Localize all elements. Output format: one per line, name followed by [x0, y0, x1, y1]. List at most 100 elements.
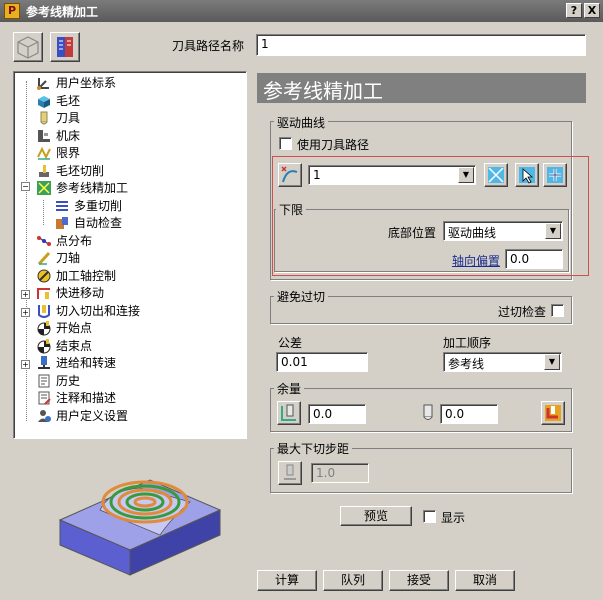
chevron-down-icon[interactable]: ▼: [458, 167, 474, 183]
tree-item-label: 切入切出和连接: [56, 304, 141, 318]
tree-item-label: 刀轴: [56, 251, 81, 265]
axial-offset-link[interactable]: 轴向偏置: [452, 252, 500, 269]
tree-item-multiple-cuts[interactable]: 多重切削: [54, 197, 122, 214]
tree-item-end-point[interactable]: 结束点: [36, 337, 92, 354]
tree-item-machine[interactable]: 机床: [36, 127, 80, 144]
component-thickness-button[interactable]: [541, 401, 565, 425]
max-stepdown-field[interactable]: 1.0: [311, 463, 369, 483]
calculate-button[interactable]: 计算: [257, 570, 317, 591]
title-bar: P 参考线精加工 ? X: [0, 0, 603, 22]
bottom-position-value: 驱动曲线: [448, 226, 497, 240]
tool-axis-icon: [37, 251, 51, 265]
point-distribution-icon: [37, 235, 51, 246]
drive-curve-group-label: 驱动曲线: [274, 114, 329, 131]
pattern-finish-icon: [37, 180, 51, 195]
accept-button[interactable]: 接受: [389, 570, 449, 591]
axial-offset-field[interactable]: 0.0: [505, 249, 563, 269]
feeds-speeds-icon: [38, 355, 50, 369]
tree-item-label: 历史: [56, 374, 81, 388]
cut-order-combo[interactable]: 参考线 ▼: [443, 352, 562, 372]
queue-button[interactable]: 队列: [323, 570, 383, 591]
tree-item-label: 结束点: [56, 339, 93, 353]
tree-item-limits[interactable]: 限界: [36, 144, 80, 161]
tree-item-ucs[interactable]: 用户坐标系: [36, 74, 116, 91]
tree-item-history[interactable]: 历史: [36, 372, 80, 389]
history-icon: [38, 374, 50, 387]
tree-item-label: 注释和描述: [56, 391, 117, 405]
tree-item-block[interactable]: 毛坯: [36, 92, 80, 109]
pattern-select-button[interactable]: [278, 163, 302, 187]
tree-item-auto-check[interactable]: 自动检查: [54, 214, 122, 231]
lower-limit-group-label: 下限: [276, 201, 307, 218]
chevron-down-icon[interactable]: ▼: [545, 223, 561, 239]
pattern-pick-icon: [281, 166, 298, 183]
tree-item-notes[interactable]: 注释和描述: [36, 389, 116, 406]
cancel-button[interactable]: 取消: [455, 570, 515, 591]
stock-cut-icon: [39, 164, 49, 177]
expand-toggle[interactable]: +: [21, 308, 30, 317]
pattern-combo[interactable]: 1 ▼: [308, 165, 476, 185]
preview-button[interactable]: 预览: [340, 506, 412, 526]
plus-icon: [547, 167, 563, 183]
strategy-title: 参考线精加工: [257, 73, 586, 103]
max-stepdown-group-label: 最大下切步距: [274, 440, 353, 457]
tree-item-tool[interactable]: 刀具: [36, 109, 80, 126]
tree-item-point-distribution[interactable]: 点分布: [36, 232, 92, 249]
window-title: 参考线精加工: [26, 5, 99, 19]
pattern-edit-button[interactable]: [484, 163, 508, 187]
axis-control-icon: [37, 269, 51, 282]
radial-allowance-button[interactable]: [277, 401, 301, 425]
tree-item-label: 机床: [56, 129, 81, 143]
tree-item-label: 刀具: [56, 111, 81, 125]
tree-item-label: 用户定义设置: [56, 409, 129, 423]
tree-item-start-point[interactable]: 开始点: [36, 319, 92, 336]
strategy-tree: − + + + 用户坐标系 毛坯 刀具 机床 限界 毛坯切削 参考线精加工 多重…: [13, 71, 247, 439]
use-toolpath-label: 使用刀具路径: [297, 138, 370, 152]
show-checkbox[interactable]: [423, 510, 436, 523]
tree-item-label: 进给和转速: [56, 356, 117, 370]
end-point-icon: [37, 338, 51, 353]
block-icon: [38, 95, 50, 108]
tree-item-label: 毛坯: [56, 94, 81, 108]
tree-item-stock-cut[interactable]: 毛坯切削: [36, 162, 104, 179]
toolpath-copy-button[interactable]: [50, 32, 80, 62]
expand-toggle[interactable]: +: [21, 290, 30, 299]
app-icon: P: [4, 3, 20, 19]
close-button[interactable]: X: [584, 3, 600, 18]
axial-allowance-field[interactable]: 0.0: [440, 404, 498, 424]
gouge-check-checkbox[interactable]: [551, 304, 564, 317]
tree-item-rapid-move[interactable]: 快进移动: [36, 284, 104, 301]
use-toolpath-checkbox[interactable]: [279, 137, 292, 150]
max-stepdown-button[interactable]: [278, 461, 302, 485]
tree-item-leads-links[interactable]: 切入切出和连接: [36, 302, 140, 319]
tree-item-label: 毛坯切削: [56, 164, 105, 178]
bottom-position-combo[interactable]: 驱动曲线 ▼: [443, 221, 563, 241]
gouge-group-label: 避免过切: [274, 288, 329, 305]
tree-item-label: 开始点: [56, 321, 93, 335]
leads-links-icon: [38, 304, 50, 318]
chevron-down-icon[interactable]: ▼: [544, 354, 560, 370]
tree-item-axis-control[interactable]: 加工轴控制: [36, 267, 116, 284]
pattern-new-button[interactable]: [543, 163, 567, 187]
cursor-icon: [519, 167, 535, 184]
multiple-cuts-icon: [56, 200, 68, 211]
cube-outline-icon: [17, 36, 39, 59]
ucs-icon: [37, 77, 49, 90]
collapse-toggle[interactable]: −: [21, 182, 30, 191]
expand-toggle[interactable]: +: [21, 360, 30, 369]
pattern-select-pointer-button[interactable]: [515, 163, 539, 187]
help-button[interactable]: ?: [566, 3, 582, 18]
radial-thickness-icon: [281, 404, 296, 421]
tolerance-field[interactable]: 0.01: [276, 352, 368, 372]
radial-allowance-field[interactable]: 0.0: [308, 404, 366, 424]
tree-item-user-settings[interactable]: 用户定义设置: [36, 407, 128, 424]
tree-item-pattern-finish[interactable]: 参考线精加工: [36, 179, 128, 196]
toolpath-name-field[interactable]: 1: [256, 34, 586, 56]
pattern-value: 1: [313, 168, 321, 182]
notes-icon: [38, 391, 51, 405]
ucs-view-button[interactable]: [13, 32, 43, 62]
tree-item-label: 参考线精加工: [56, 181, 129, 195]
strategy-preview-image: [58, 479, 222, 576]
tree-item-feeds-speeds[interactable]: 进给和转速: [36, 354, 116, 371]
tree-item-tool-axis[interactable]: 刀轴: [36, 249, 80, 266]
